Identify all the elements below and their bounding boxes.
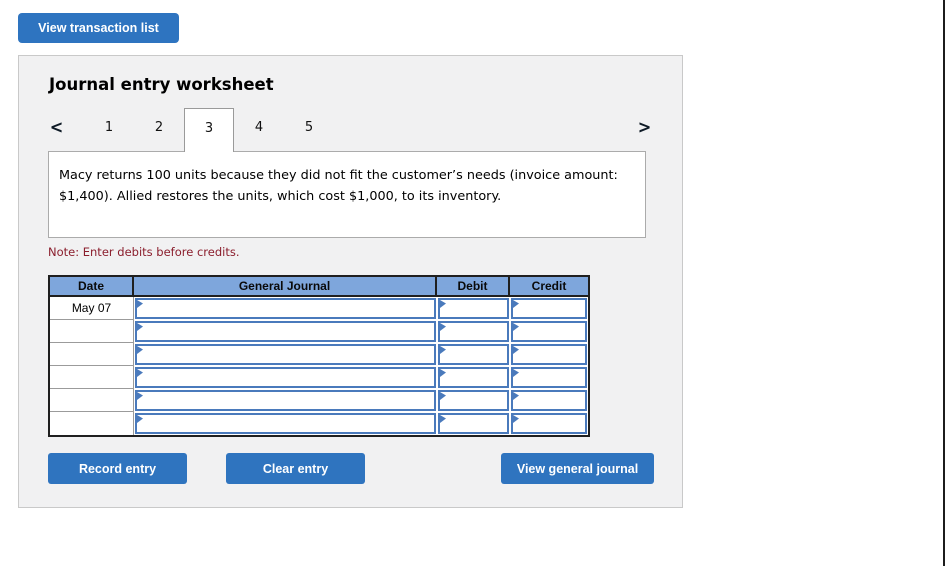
record-entry-button[interactable]: Record entry — [48, 453, 187, 484]
table-row: May 07 — [50, 297, 588, 320]
table-row — [50, 320, 588, 343]
tab-1[interactable]: 1 — [84, 108, 134, 148]
journal-entry-table: Date General Journal Debit Credit May 07 — [48, 275, 590, 437]
credit-input-cell[interactable] — [511, 344, 587, 365]
credit-input-cell[interactable] — [511, 367, 587, 388]
account-input-cell[interactable] — [135, 390, 436, 411]
table-row — [50, 366, 588, 389]
cell-edit-flag-icon — [440, 323, 446, 331]
date-cell: May 07 — [50, 297, 134, 320]
date-cell — [50, 389, 134, 412]
header-credit: Credit — [531, 279, 567, 293]
view-transaction-list-button[interactable]: View transaction list — [18, 13, 179, 43]
table-header-row: Date General Journal Debit Credit — [50, 277, 588, 297]
journal-entry-panel: Journal entry worksheet < 1 2 3 4 5 > Ma… — [18, 55, 683, 508]
cell-edit-flag-icon — [513, 392, 519, 400]
cell-edit-flag-icon — [440, 300, 446, 308]
clear-entry-button[interactable]: Clear entry — [226, 453, 365, 484]
header-general-journal: General Journal — [134, 277, 437, 295]
credit-input-cell[interactable] — [511, 413, 587, 434]
cell-edit-flag-icon — [513, 300, 519, 308]
debit-input-cell[interactable] — [438, 321, 509, 342]
cell-edit-flag-icon — [513, 415, 519, 423]
table-row — [50, 412, 588, 435]
view-general-journal-button[interactable]: View general journal — [501, 453, 654, 484]
cell-edit-flag-icon — [137, 346, 143, 354]
account-input-cell[interactable] — [135, 321, 436, 342]
cell-edit-flag-icon — [513, 323, 519, 331]
note-text: Note: Enter debits before credits. — [48, 245, 240, 259]
tab-2[interactable]: 2 — [134, 108, 184, 148]
account-input-cell[interactable] — [135, 367, 436, 388]
date-cell — [50, 366, 134, 389]
credit-input-cell[interactable] — [511, 298, 587, 319]
cell-edit-flag-icon — [513, 346, 519, 354]
debit-input-cell[interactable] — [438, 344, 509, 365]
header-debit: Debit — [437, 277, 510, 295]
cell-edit-flag-icon — [513, 369, 519, 377]
cell-edit-flag-icon — [137, 300, 143, 308]
cell-edit-flag-icon — [440, 392, 446, 400]
account-input-cell[interactable] — [135, 344, 436, 365]
transaction-description: Macy returns 100 units because they did … — [59, 168, 618, 204]
account-input-cell[interactable] — [135, 298, 436, 319]
account-input-cell[interactable] — [135, 413, 436, 434]
cell-edit-flag-icon — [440, 369, 446, 377]
debit-input-cell[interactable] — [438, 413, 509, 434]
header-date: Date — [50, 277, 134, 295]
tab-strip: 1 2 3 4 5 — [84, 108, 334, 152]
credit-input-cell[interactable] — [511, 321, 587, 342]
worksheet-tab-bar: < 1 2 3 4 5 > — [19, 108, 682, 152]
date-cell — [50, 343, 134, 366]
chevron-right-icon[interactable]: > — [638, 108, 652, 148]
transaction-description-box: Macy returns 100 units because they did … — [48, 151, 646, 238]
debit-input-cell[interactable] — [438, 390, 509, 411]
table-row — [50, 389, 588, 412]
window-right-edge — [943, 0, 945, 566]
tab-5[interactable]: 5 — [284, 108, 334, 148]
cell-edit-flag-icon — [137, 415, 143, 423]
debit-input-cell[interactable] — [438, 298, 509, 319]
chevron-left-icon[interactable]: < — [50, 108, 64, 148]
date-cell — [50, 412, 134, 435]
credit-input-cell[interactable] — [511, 390, 587, 411]
date-cell — [50, 320, 134, 343]
cell-edit-flag-icon — [440, 415, 446, 423]
tab-4[interactable]: 4 — [234, 108, 284, 148]
cell-edit-flag-icon — [137, 369, 143, 377]
cell-edit-flag-icon — [137, 392, 143, 400]
cell-edit-flag-icon — [137, 323, 143, 331]
cell-edit-flag-icon — [440, 346, 446, 354]
page-title: Journal entry worksheet — [49, 75, 274, 94]
table-row — [50, 343, 588, 366]
debit-input-cell[interactable] — [438, 367, 509, 388]
tab-3-active[interactable]: 3 — [184, 108, 234, 152]
